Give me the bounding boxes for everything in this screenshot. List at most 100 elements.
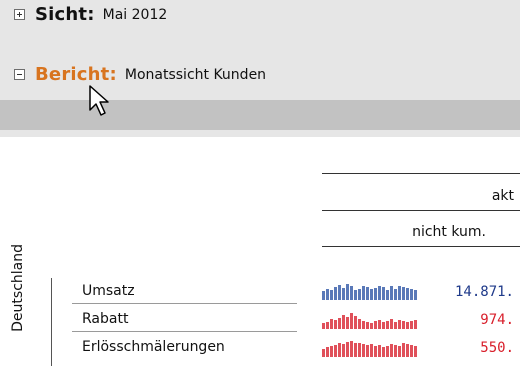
spark-bar [358,289,361,300]
spark-bar [350,286,353,300]
header-rule [322,246,520,247]
toolbar-strip [0,100,520,130]
spark-bar [382,287,385,300]
spark-bar [334,287,337,300]
spark-bar [382,347,385,357]
spark-bar [350,341,353,357]
spark-bar [354,316,357,329]
section-bericht[interactable]: Bericht: Monatssicht Kunden [14,64,266,85]
mouse-cursor-icon [89,85,109,116]
spark-bar [362,286,365,300]
spark-bar [386,290,389,300]
section-value: Monatssicht Kunden [124,66,267,83]
spark-bar [410,345,413,357]
spark-bar [338,285,341,300]
section-value: Mai 2012 [102,6,168,23]
spark-bar [382,322,385,329]
spark-bar [350,313,353,329]
section-sicht[interactable]: Sicht: Mai 2012 [14,4,167,25]
spark-bar [342,344,345,357]
spark-bar [330,290,333,300]
spark-bar [390,344,393,357]
spark-bar [410,321,413,329]
spark-bar [342,288,345,300]
spark-bar [346,284,349,300]
spark-bar [330,319,333,329]
spark-bar [338,318,341,329]
spark-bar [346,317,349,329]
spark-bar [398,346,401,357]
spark-bar [338,343,341,357]
spark-bar [394,345,397,357]
column-subheader: nicht kum. [412,224,486,240]
spark-bar [406,288,409,300]
expand-icon[interactable] [14,9,25,20]
spark-bar [362,321,365,329]
spark-bar [406,322,409,329]
spark-bar [366,287,369,300]
spark-bar [402,321,405,329]
spark-bar [354,290,357,300]
value-umsatz: 14.871. [454,284,514,300]
spark-bar [366,322,369,329]
value-rabatt: 974. [480,312,514,328]
spark-bar [386,321,389,329]
spark-bar [334,320,337,329]
spark-bar [370,344,373,357]
spark-bar [394,289,397,300]
spark-bar [322,323,325,329]
section-label: Sicht: [35,4,95,25]
spark-bar [414,320,417,329]
header-rule [322,173,520,174]
spark-bar [326,322,329,329]
section-label: Bericht: [35,64,117,85]
spark-bar [358,319,361,329]
sparkline-rabatt [322,313,418,329]
spark-bar [386,346,389,357]
value-erloesschmaelerungen: 550. [480,340,514,356]
spark-bar [394,322,397,329]
spark-bar [390,319,393,329]
spark-bar [342,315,345,329]
spark-bar [402,287,405,300]
spark-bar [362,344,365,357]
spark-bar [402,343,405,357]
spark-bar [378,286,381,300]
sparkline-umsatz [322,284,418,300]
spark-bar [326,289,329,300]
sparkline-erloesschmaelerungen [322,341,418,357]
spark-bar [378,345,381,357]
spark-bar [366,345,369,357]
spark-bar [326,347,329,357]
spark-bar [322,349,325,357]
spark-bar [378,320,381,329]
row-divider [72,303,297,304]
spark-bar [370,289,373,300]
group-divider [51,278,52,366]
spark-bar [390,286,393,300]
row-label-erloesschmaelerungen: Erlösschmälerungen [82,339,225,355]
spark-bar [414,290,417,300]
spark-bar [374,321,377,329]
group-label: Deutschland [10,244,26,332]
spark-bar [410,289,413,300]
spark-bar [398,286,401,300]
row-divider [72,331,297,332]
spark-bar [334,345,337,357]
spark-bar [374,346,377,357]
row-label-rabatt: Rabatt [82,311,129,327]
spark-bar [398,320,401,329]
spark-bar [414,346,417,357]
spark-bar [406,344,409,357]
spark-bar [354,343,357,357]
column-header: akt [491,188,514,204]
collapse-icon[interactable] [14,69,25,80]
header-rule [322,210,520,211]
row-label-umsatz: Umsatz [82,283,135,299]
spark-bar [374,288,377,300]
spark-bar [370,323,373,329]
spark-bar [346,342,349,357]
spark-bar [358,343,361,357]
spark-bar [330,346,333,357]
spark-bar [322,291,325,300]
